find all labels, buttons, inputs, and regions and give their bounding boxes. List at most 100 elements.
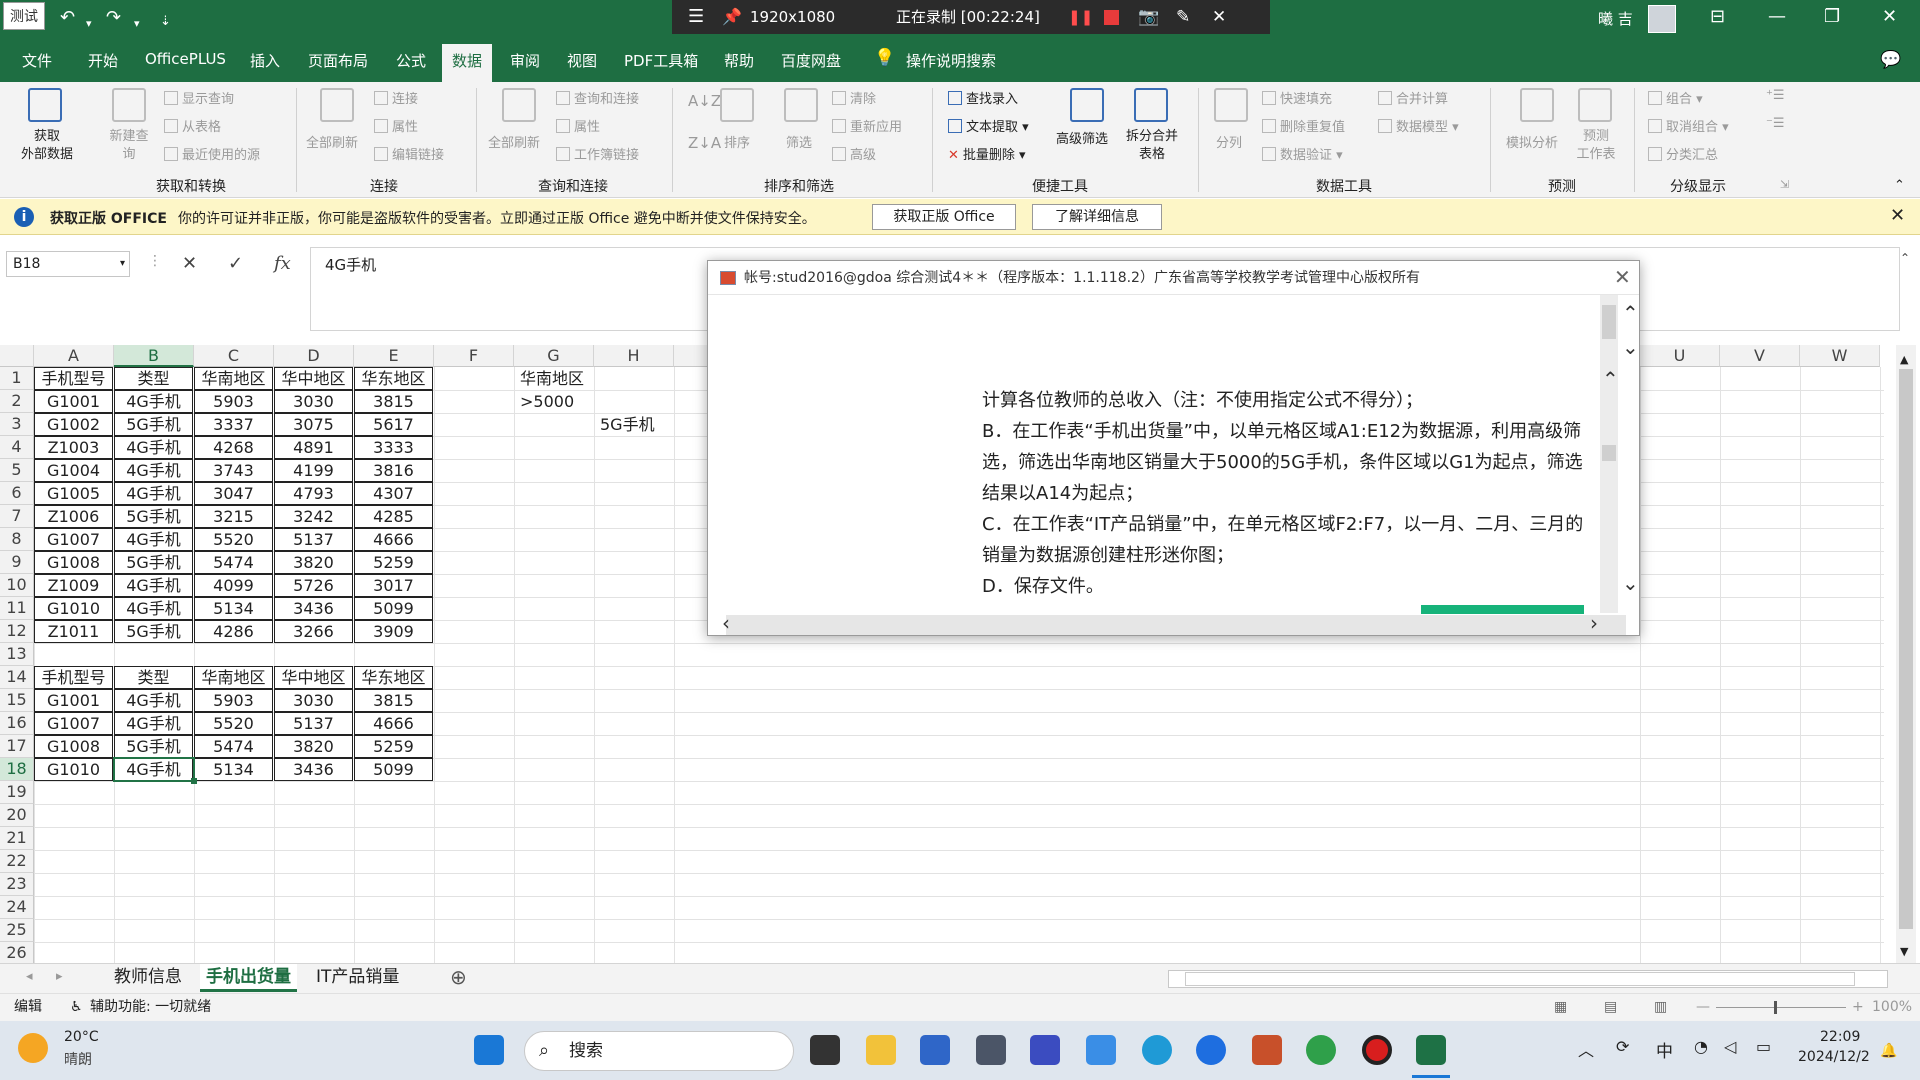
app-icon-2[interactable]	[1030, 1035, 1060, 1065]
filter-button[interactable]: 筛选	[786, 132, 812, 151]
comments-icon[interactable]: 💬	[1880, 50, 1901, 70]
flash-fill-button[interactable]: 快速填充	[1280, 92, 1332, 107]
cell[interactable]: 5259	[354, 551, 433, 574]
menu-icon[interactable]: ☰	[688, 0, 704, 34]
cell[interactable]: 5259	[354, 735, 433, 758]
pin-icon[interactable]: 📌	[722, 0, 742, 34]
cell[interactable]: 3215	[194, 505, 273, 528]
cell[interactable]: G1001	[34, 689, 113, 712]
what-if-button[interactable]: 模拟分析	[1506, 132, 1558, 151]
column-header[interactable]: E	[354, 345, 434, 367]
sync-icon[interactable]: ⟳	[1616, 1037, 1629, 1056]
task-view-icon[interactable]	[810, 1035, 840, 1065]
cell[interactable]: 4666	[354, 712, 433, 735]
undo-icon[interactable]: ↶	[60, 6, 75, 30]
show-query-button[interactable]: 显示查询	[182, 92, 234, 107]
start-icon[interactable]	[474, 1035, 504, 1065]
group-button[interactable]: 组合	[1666, 92, 1692, 107]
cell[interactable]: 4G手机	[114, 689, 193, 712]
next-sheet-icon[interactable]: ▸	[50, 964, 69, 992]
close-icon[interactable]: ✕	[1882, 6, 1897, 27]
accessibility-status[interactable]: 辅助功能: 一切就绪	[90, 994, 211, 1020]
cell[interactable]: 5520	[194, 712, 273, 735]
tab-data[interactable]: 数据	[442, 44, 493, 82]
prev-sheet-icon[interactable]: ◂	[20, 964, 39, 992]
column-header[interactable]: F	[434, 345, 514, 367]
zoom-in-icon[interactable]: +	[1852, 994, 1864, 1020]
tab-view[interactable]: 视图	[567, 50, 597, 71]
row-header[interactable]: 17	[0, 735, 34, 758]
dialog-close-icon[interactable]: ✕	[1614, 265, 1631, 289]
horizontal-scroll-thumb[interactable]	[1185, 972, 1855, 986]
expand-formula-icon[interactable]: ⌃	[1900, 251, 1910, 265]
queries-connections-button[interactable]: 查询和连接	[574, 92, 639, 107]
cell[interactable]: G1005	[34, 482, 113, 505]
cell[interactable]: 3333	[354, 436, 433, 459]
add-sheet-icon[interactable]: ⊕	[444, 964, 473, 992]
row-header[interactable]: 5	[0, 459, 34, 482]
cell[interactable]: 5G手机	[114, 735, 193, 758]
battery-icon[interactable]: ▭	[1756, 1037, 1771, 1056]
cell[interactable]: 5903	[194, 390, 273, 413]
row-header[interactable]: 9	[0, 551, 34, 574]
sheet-tab-it-sales[interactable]: IT产品销量	[310, 964, 405, 992]
row-header[interactable]: 13	[0, 643, 34, 666]
connections-button[interactable]: 连接	[392, 92, 418, 107]
forecast-sheet-button[interactable]: 预测 工作表	[1574, 128, 1618, 164]
cell[interactable]: 4G手机	[114, 712, 193, 735]
learn-more-button[interactable]: 了解详细信息	[1032, 204, 1162, 230]
properties-button[interactable]: 属性	[392, 120, 418, 135]
row-header[interactable]: 10	[0, 574, 34, 597]
cell[interactable]: G1008	[34, 735, 113, 758]
cell[interactable]: 华东地区	[354, 666, 433, 689]
cell[interactable]: 5G手机	[114, 551, 193, 574]
notification-icon[interactable]: 🔔	[1880, 1043, 1897, 1059]
dialog-scroll-right-icon[interactable]: ›	[1590, 611, 1598, 635]
cell[interactable]: 华中地区	[274, 666, 353, 689]
hide-detail-icon[interactable]: ⁻☰	[1766, 116, 1785, 131]
cell[interactable]: 3815	[354, 390, 433, 413]
normal-view-icon[interactable]: ▦	[1554, 994, 1567, 1020]
taskbar-search[interactable]: ⌕ 搜索	[524, 1031, 794, 1071]
page-layout-view-icon[interactable]: ▤	[1604, 994, 1617, 1020]
user-name[interactable]: 曦 吉	[1598, 8, 1633, 29]
row-header[interactable]: 23	[0, 873, 34, 896]
column-header[interactable]: W	[1800, 345, 1880, 367]
text-extract-button[interactable]: 文本提取	[966, 120, 1018, 135]
dialog-scroll-up-icon[interactable]: ⌃	[1622, 301, 1639, 325]
advanced-button[interactable]: 高级	[850, 148, 876, 163]
row-header[interactable]: 1	[0, 367, 34, 390]
name-box[interactable]: B18 ▾	[6, 251, 130, 277]
clear-button[interactable]: 清除	[850, 92, 876, 107]
cell[interactable]: 类型	[114, 367, 193, 390]
minimize-icon[interactable]: —	[1768, 6, 1786, 27]
close-warning-icon[interactable]: ✕	[1890, 205, 1905, 226]
cell[interactable]: G1010	[34, 597, 113, 620]
cell[interactable]: Z1003	[34, 436, 113, 459]
cell[interactable]: 5G手机	[595, 414, 674, 437]
cell[interactable]: 4891	[274, 436, 353, 459]
dialog-vscroll-thumb-2[interactable]	[1602, 445, 1616, 461]
cell[interactable]: G1007	[34, 528, 113, 551]
cell[interactable]: 3047	[194, 482, 273, 505]
cell[interactable]: 3242	[274, 505, 353, 528]
weather-icon[interactable]	[18, 1033, 48, 1063]
cell[interactable]: 4G手机	[114, 390, 193, 413]
text-to-columns-button[interactable]: 分列	[1216, 132, 1242, 151]
cell[interactable]: 华东地区	[354, 367, 433, 390]
cell[interactable]: G1004	[34, 459, 113, 482]
column-header[interactable]: U	[1640, 345, 1720, 367]
cell[interactable]: 4666	[354, 528, 433, 551]
row-header[interactable]: 20	[0, 804, 34, 827]
cell[interactable]: 4G手机	[114, 574, 193, 597]
tab-baidu-netdisk[interactable]: 百度网盘	[781, 50, 841, 71]
remove-duplicates-button[interactable]: 删除重复值	[1280, 120, 1345, 135]
cell[interactable]: 5903	[194, 689, 273, 712]
cell[interactable]: 手机型号	[34, 666, 113, 689]
cell[interactable]: 3017	[354, 574, 433, 597]
cell[interactable]: 5137	[274, 528, 353, 551]
row-header[interactable]: 8	[0, 528, 34, 551]
cell[interactable]: 3436	[274, 597, 353, 620]
new-query-button[interactable]: 新建查 询	[102, 128, 156, 164]
pen-icon[interactable]: ✎	[1176, 0, 1190, 34]
